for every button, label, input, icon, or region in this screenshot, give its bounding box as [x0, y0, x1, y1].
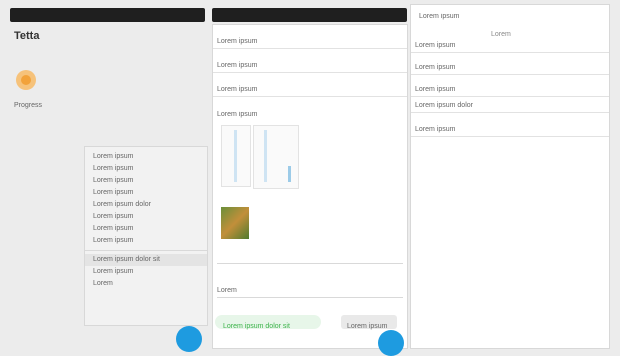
footer-label: Lorem: [217, 287, 237, 294]
field-row[interactable]: Lorem ipsum: [213, 83, 407, 97]
middle-title-bar: [212, 8, 407, 22]
menu-item[interactable]: Lorem ipsum: [85, 187, 207, 199]
menu-item[interactable]: Lorem ipsum dolor: [85, 199, 207, 211]
menu-item[interactable]: Lorem ipsum: [85, 175, 207, 187]
divider: [217, 297, 403, 298]
middle-title: [212, 16, 218, 23]
field-row[interactable]: Lorem ipsum: [213, 59, 407, 73]
action-button-label: Lorem ipsum: [347, 323, 388, 330]
list-item[interactable]: Lorem ipsum: [411, 61, 609, 75]
menu-item[interactable]: Lorem ipsum: [85, 211, 207, 223]
left-title: [10, 16, 16, 23]
divider: [217, 263, 403, 264]
context-menu: Lorem ipsum Lorem ipsum Lorem ipsum Lore…: [84, 146, 208, 326]
subheading: Progress: [14, 102, 43, 109]
left-title-bar: [10, 8, 205, 22]
field-row[interactable]: Lorem ipsum: [213, 35, 407, 49]
list-item[interactable]: Lorem ipsum dolor: [411, 99, 609, 113]
menu-item[interactable]: Lorem ipsum: [85, 151, 207, 163]
menu-item[interactable]: Lorem ipsum dolor sit: [85, 254, 207, 266]
middle-panel: Lorem ipsum Lorem ipsum Lorem ipsum Lore…: [212, 24, 408, 349]
success-banner: Lorem ipsum dolor sit: [215, 315, 321, 330]
add-button[interactable]: [176, 326, 202, 352]
menu-item[interactable]: Lorem ipsum: [85, 266, 207, 278]
tab-label[interactable]: Lorem: [491, 31, 511, 38]
preview-box: [221, 125, 251, 187]
right-header: Lorem ipsum: [419, 13, 460, 20]
action-button[interactable]: Lorem ipsum: [341, 315, 397, 330]
list-item[interactable]: Lorem ipsum: [411, 123, 609, 137]
menu-item[interactable]: Lorem: [85, 278, 207, 290]
list-item[interactable]: Lorem ipsum: [411, 83, 609, 97]
success-text: Lorem ipsum dolor sit: [223, 323, 290, 330]
preview-box: [253, 125, 299, 189]
list-item[interactable]: Lorem ipsum: [411, 39, 609, 53]
thumbnail-image[interactable]: [221, 207, 249, 239]
add-button[interactable]: [378, 330, 404, 356]
status-badge: [16, 70, 36, 90]
menu-item[interactable]: Lorem ipsum: [85, 235, 207, 247]
right-panel: Lorem ipsum Lorem Lorem ipsum Lorem ipsu…: [410, 4, 610, 349]
menu-item[interactable]: Lorem ipsum: [85, 163, 207, 175]
section-label: Lorem ipsum: [217, 111, 258, 118]
page-title: Tetta: [14, 30, 40, 42]
menu-item[interactable]: Lorem ipsum: [85, 223, 207, 235]
